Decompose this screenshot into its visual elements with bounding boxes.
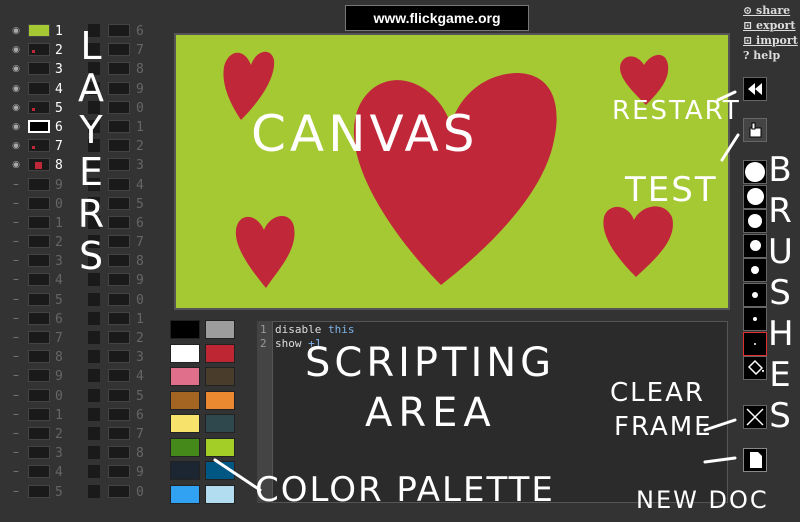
annotation-arrows bbox=[213, 90, 740, 492]
arrow-test bbox=[720, 133, 740, 162]
arrow-newdoc bbox=[703, 456, 737, 464]
arrow-clear bbox=[703, 418, 737, 432]
arrow-restart bbox=[716, 90, 737, 102]
arrow-palette bbox=[213, 458, 262, 492]
